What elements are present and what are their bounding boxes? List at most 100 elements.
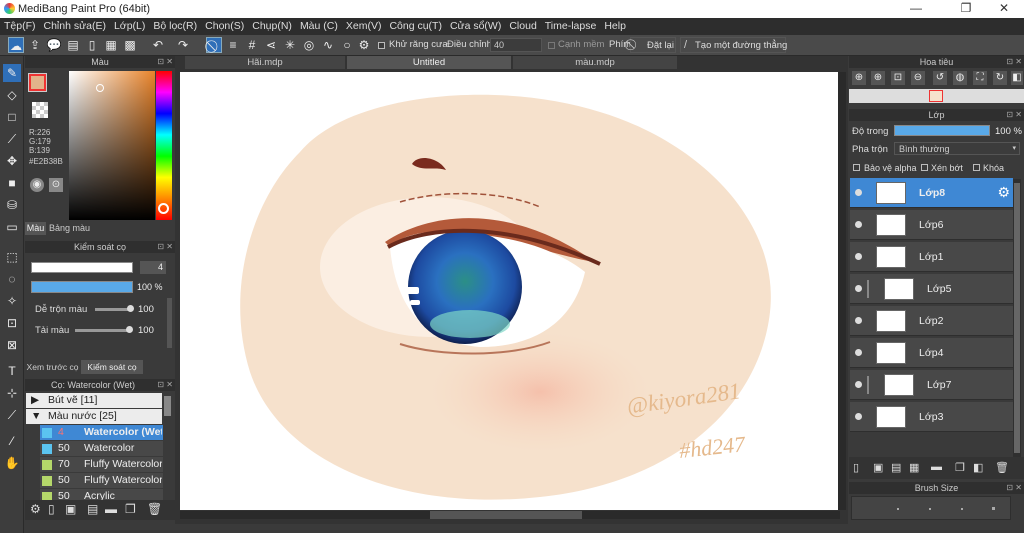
comment-icon[interactable]: 💬 bbox=[46, 37, 62, 53]
zoom-in-alt-icon[interactable]: ⊕ bbox=[871, 71, 885, 85]
primary-color-swatch[interactable] bbox=[28, 73, 47, 92]
layer-row[interactable]: Lớp7 bbox=[850, 370, 1013, 400]
visibility-eye-icon[interactable] bbox=[855, 221, 862, 228]
rotate-right-icon[interactable]: ↻ bbox=[993, 71, 1007, 85]
document-icon[interactable]: ▯ bbox=[84, 37, 100, 53]
brush-item[interactable]: 4 Watercolor (Wet) bbox=[40, 425, 163, 440]
menu-help[interactable]: Help bbox=[600, 18, 630, 32]
folder-icon[interactable]: ▬ bbox=[105, 502, 117, 516]
brush-list-scrollbar[interactable] bbox=[164, 396, 171, 416]
text-tool-icon[interactable]: T bbox=[3, 362, 21, 380]
navigator-viewport[interactable] bbox=[929, 90, 943, 102]
duplicate-layer-icon[interactable]: ❐ bbox=[955, 461, 965, 474]
fit-screen-icon[interactable]: ⊡ bbox=[891, 71, 905, 85]
brush-control-scrollbar[interactable] bbox=[167, 298, 172, 348]
visibility-eye-icon[interactable] bbox=[855, 285, 862, 292]
layer-scroll-thumb[interactable] bbox=[1014, 183, 1020, 453]
eyedropper-icon[interactable]: ⁄ bbox=[3, 432, 21, 450]
new-color-layer-icon[interactable]: ▣ bbox=[873, 461, 883, 474]
layer-dropdown-icon[interactable]: ▦ bbox=[909, 461, 919, 474]
mix-slider[interactable] bbox=[95, 305, 134, 312]
zoom-in-icon[interactable]: ⊕ bbox=[852, 71, 866, 85]
menu-view[interactable]: Xem(V) bbox=[342, 18, 386, 32]
magic-wand-icon[interactable]: ✧ bbox=[3, 292, 21, 310]
brush-group-pens[interactable]: ▶ Bút vẽ [11] bbox=[26, 393, 162, 408]
layer-folder-icon[interactable]: ▬ bbox=[931, 461, 942, 473]
brush-properties-icon[interactable]: ▤ bbox=[87, 502, 98, 516]
select-eraser-icon[interactable]: ⊠ bbox=[3, 336, 21, 354]
gradient-tool-icon[interactable]: ▭ bbox=[3, 218, 21, 236]
close-button[interactable]: ✕ bbox=[984, 1, 1024, 15]
close-icon[interactable]: ⊡ ✕ bbox=[157, 379, 173, 391]
drawing-canvas[interactable]: @kiyora281 #hd247 bbox=[180, 72, 840, 510]
minimize-button[interactable]: — bbox=[896, 1, 936, 15]
antialias-checkbox[interactable] bbox=[378, 42, 385, 49]
hue-slider[interactable] bbox=[156, 71, 172, 220]
opacity-bar[interactable] bbox=[31, 281, 133, 293]
brush-tool-icon[interactable]: ✎ bbox=[3, 64, 21, 82]
hue-cursor[interactable] bbox=[158, 203, 169, 214]
visibility-eye-icon[interactable] bbox=[855, 317, 862, 324]
menu-window[interactable]: Cửa sổ(W) bbox=[446, 18, 505, 32]
divide-tool-icon[interactable]: ⟋ bbox=[3, 406, 21, 424]
adjust-input[interactable]: 40 bbox=[490, 38, 542, 52]
brush-size-preset-dot[interactable] bbox=[992, 507, 995, 510]
layer-row[interactable]: Lớp8 ⚙ bbox=[850, 178, 1013, 208]
brush-size-preset-dot[interactable] bbox=[961, 508, 963, 510]
hand-tool-icon[interactable]: ✋ bbox=[3, 454, 21, 472]
color-picker-cursor[interactable] bbox=[96, 84, 104, 92]
visibility-eye-icon[interactable] bbox=[855, 413, 862, 420]
move-tool-icon[interactable]: ✥ bbox=[3, 152, 21, 170]
load-slider-knob[interactable] bbox=[126, 326, 133, 333]
tab-brush-preview[interactable]: Xem trước cọ bbox=[25, 360, 80, 374]
palette-icon[interactable]: ◉ bbox=[30, 178, 44, 192]
menu-color[interactable]: Màu (C) bbox=[296, 18, 342, 32]
flip-icon[interactable]: ◧ bbox=[1011, 71, 1023, 85]
circle-snap-icon[interactable]: ◎ bbox=[301, 37, 317, 53]
brush-add-cloud-icon[interactable]: ⚙ bbox=[30, 502, 41, 516]
tab-color[interactable]: Màu bbox=[25, 222, 46, 235]
vertical-scrollbar[interactable] bbox=[838, 72, 846, 510]
brush-item[interactable]: 50 Watercolor bbox=[40, 441, 163, 456]
duplicate-icon[interactable]: ❐ bbox=[125, 502, 136, 516]
close-icon[interactable]: ⊡ ✕ bbox=[1006, 109, 1022, 121]
blend-mode-select[interactable]: Bình thường ▾ bbox=[894, 142, 1020, 155]
brush-dropdown-icon[interactable]: ▣ bbox=[65, 502, 76, 516]
tab-untitled[interactable]: Untitled bbox=[347, 56, 511, 69]
clip-checkbox[interactable] bbox=[921, 164, 928, 171]
create-line-button[interactable]: / Tạo một đường thẳng bbox=[680, 37, 787, 53]
tab-mau[interactable]: màu.mdp bbox=[513, 56, 677, 69]
eraser-tool-icon[interactable]: ◇ bbox=[3, 86, 21, 104]
menu-timelapse[interactable]: Time-lapse bbox=[541, 18, 601, 32]
layer-settings-gear-icon[interactable]: ⚙ bbox=[997, 184, 1010, 201]
menu-tools[interactable]: Công cụ(T) bbox=[385, 18, 446, 32]
fill-shape-tool-icon[interactable]: ■ bbox=[3, 174, 21, 192]
horizontal-scrollbar[interactable] bbox=[180, 511, 840, 519]
menu-file[interactable]: Tệp(F) bbox=[0, 18, 40, 32]
bucket-tool-icon[interactable]: ⛁ bbox=[3, 196, 21, 214]
tab-brush-control[interactable]: Kiểm soát cọ bbox=[81, 360, 143, 374]
navigator-preview[interactable] bbox=[849, 89, 1024, 103]
layer-row[interactable]: Lớp5 bbox=[850, 274, 1013, 304]
merge-layer-icon[interactable]: ◧ bbox=[973, 461, 983, 474]
visibility-eye-icon[interactable] bbox=[855, 253, 862, 260]
brush-size-preset-dot[interactable] bbox=[897, 508, 899, 510]
visibility-eye-icon[interactable] bbox=[855, 381, 862, 388]
layer-row[interactable]: Lớp6 bbox=[850, 210, 1013, 240]
reset-button[interactable]: ⃠ Đặt lại bbox=[630, 37, 676, 53]
delete-layer-icon[interactable]: 🗑 bbox=[995, 461, 1009, 474]
lock-checkbox[interactable] bbox=[973, 164, 980, 171]
rectangle-tool-icon[interactable]: □ bbox=[3, 108, 21, 126]
tab-hai[interactable]: Hãi.mdp bbox=[185, 56, 345, 69]
secondary-color-swatch[interactable] bbox=[32, 102, 48, 118]
brush-item[interactable]: 50 Fluffy Watercolor bbox=[40, 473, 163, 488]
caption-icon[interactable]: ▤ bbox=[65, 37, 81, 53]
layer-row[interactable]: Lớp2 bbox=[850, 306, 1013, 336]
menu-edit[interactable]: Chỉnh sửa(E) bbox=[40, 18, 110, 32]
menu-snap[interactable]: Chụp(N) bbox=[248, 18, 296, 32]
new-halftone-layer-icon[interactable]: ▤ bbox=[891, 461, 901, 474]
load-slider[interactable] bbox=[75, 326, 133, 333]
brush-size-preset-dot[interactable] bbox=[929, 508, 931, 510]
fullscreen-icon[interactable]: ⛶ bbox=[973, 71, 987, 85]
eyedropper-small-icon[interactable]: ⊙ bbox=[49, 178, 63, 192]
